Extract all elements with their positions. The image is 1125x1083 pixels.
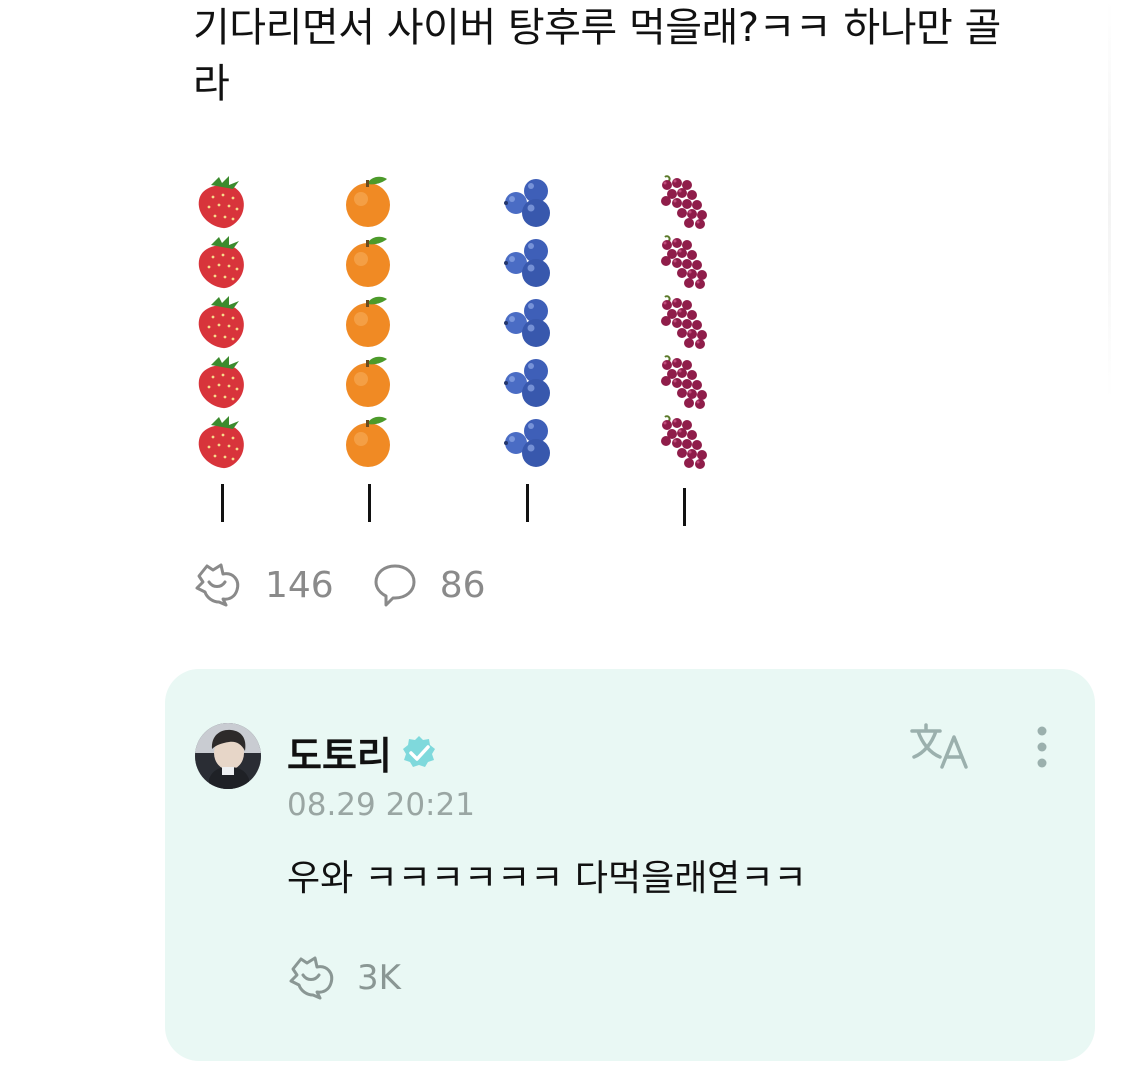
orange-icon (346, 356, 390, 407)
comment-text: 우와 ㅋㅋㅋㅋㅋㅋ 다먹을래엳ㅋㅋ (287, 858, 807, 899)
like-icon (195, 563, 240, 607)
strawberry-icon (198, 356, 244, 409)
comment-count: 86 (439, 564, 486, 606)
scroll-edge (1108, 0, 1111, 400)
orange-icon (346, 296, 390, 347)
translate-icon (910, 723, 968, 769)
strawberry-skewer (193, 173, 253, 473)
skewer-stick (221, 484, 224, 522)
grape-icon (661, 235, 707, 289)
more-vertical-icon (1037, 726, 1047, 768)
post-page: 기다리면서 사이버 탕후루 먹을래?ㅋㅋ 하나만 골라 146 86 도토리 0… (0, 0, 1125, 1083)
blueberry-icon (504, 239, 550, 287)
translate-button[interactable] (910, 721, 974, 773)
comment-author[interactable]: 도토리 (287, 725, 438, 780)
post-actions: 146 86 (193, 560, 524, 610)
comment-timestamp: 08.29 20:21 (287, 787, 475, 823)
strawberry-icon (198, 416, 244, 469)
blueberry-icon (504, 359, 550, 407)
like-button[interactable]: 146 (193, 562, 334, 608)
avatar-image (195, 723, 261, 789)
grape-icon (661, 175, 707, 229)
verified-badge-icon (402, 735, 435, 767)
orange-skewer (341, 173, 401, 473)
comment-like-count: 3K (357, 958, 401, 998)
orange-icon (346, 236, 390, 287)
strawberry-icon (198, 176, 244, 229)
like-icon (289, 956, 334, 1000)
more-options-button[interactable] (1030, 723, 1054, 775)
grape-icon (661, 355, 707, 409)
orange-icon (346, 416, 390, 467)
orange-icon (346, 176, 390, 227)
strawberry-icon (198, 296, 244, 349)
comment-card: 도토리 08.29 20:21 우와 ㅋㅋㅋㅋㅋㅋ 다먹을래엳ㅋㅋ 3K (165, 669, 1095, 1061)
skewer-stick (683, 488, 686, 526)
blueberry-icon (504, 179, 550, 227)
speech-bubble-icon (374, 564, 416, 607)
comment-like-button[interactable]: 3K (287, 955, 401, 1001)
blueberry-icon (504, 419, 550, 467)
grape-icon (661, 295, 707, 349)
like-count: 146 (265, 564, 334, 606)
grape-icon (661, 415, 707, 469)
strawberry-icon (198, 236, 244, 289)
blueberry-icon (504, 299, 550, 347)
comment-button[interactable]: 86 (372, 562, 486, 608)
avatar[interactable] (195, 723, 261, 789)
author-name: 도토리 (287, 734, 392, 778)
blueberry-skewer (500, 173, 560, 473)
post-text: 기다리면서 사이버 탕후루 먹을래?ㅋㅋ 하나만 골라 (193, 5, 1001, 107)
skewer-stick (368, 484, 371, 522)
grape-skewer (657, 173, 717, 473)
skewer-stick (526, 484, 529, 522)
